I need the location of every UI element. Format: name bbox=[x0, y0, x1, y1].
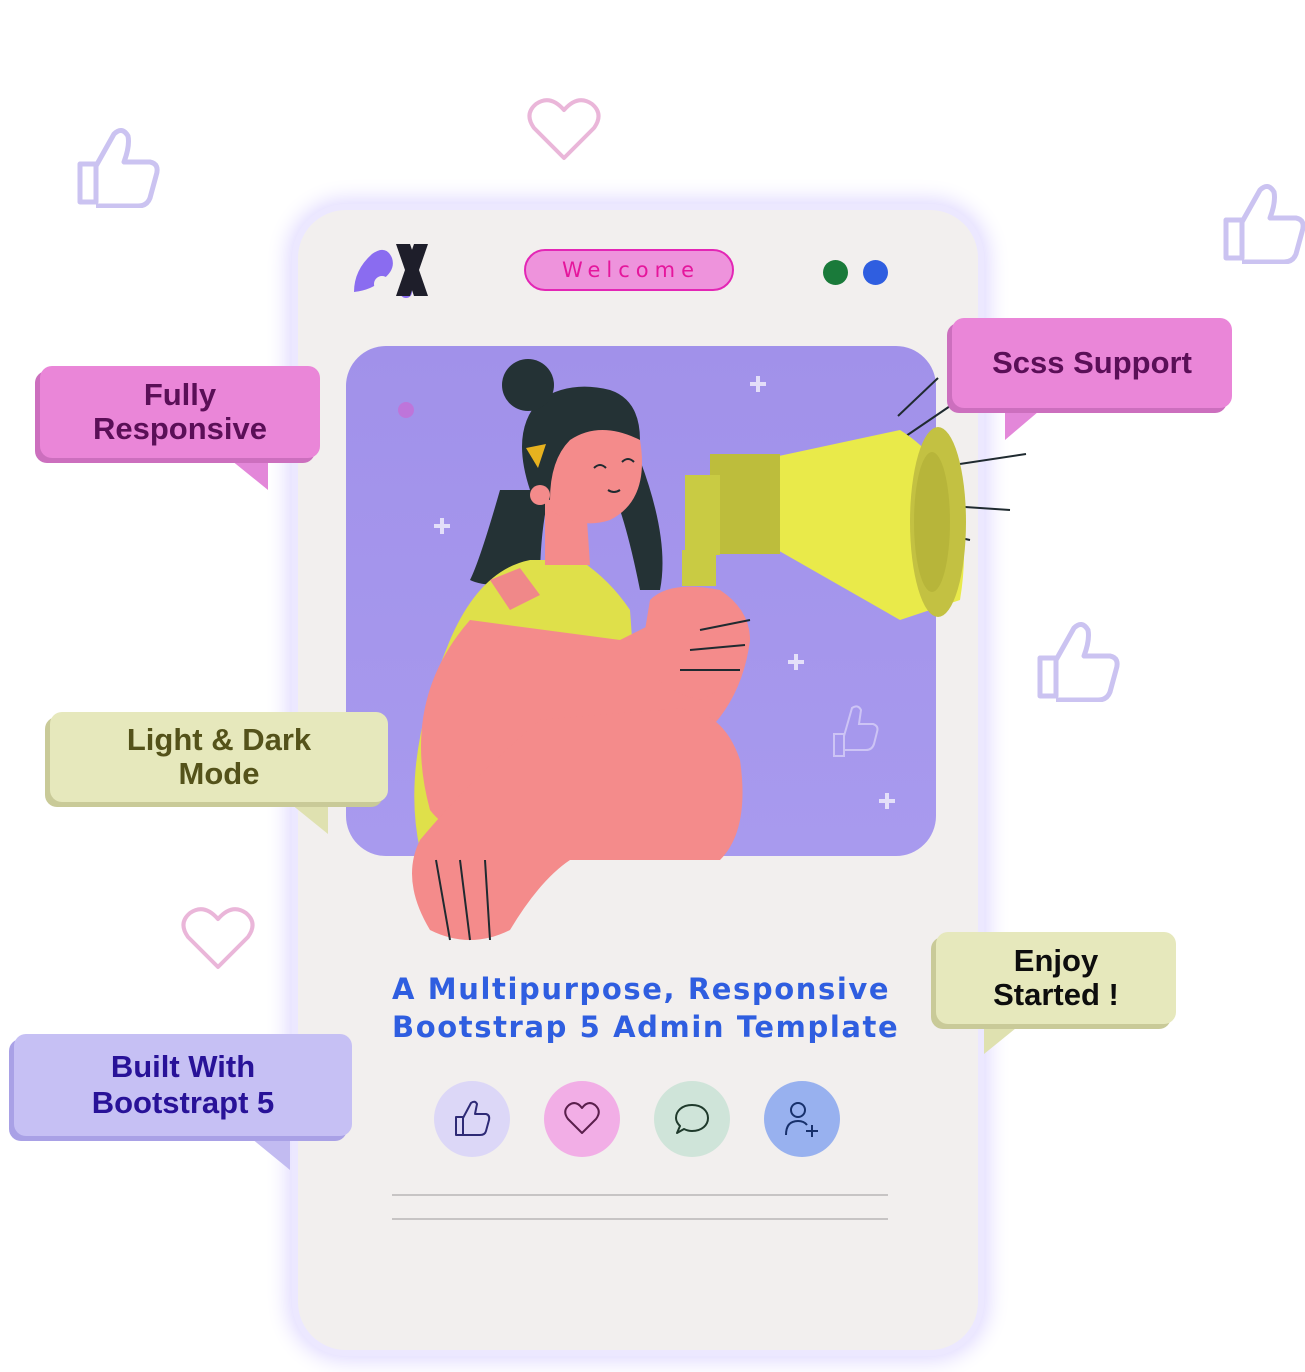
callout-built-with-bootstrap: Built With Bootstrapt 5 bbox=[14, 1034, 352, 1136]
thumbs-up-icon bbox=[77, 128, 160, 208]
divider bbox=[392, 1194, 888, 1196]
comment-button[interactable] bbox=[654, 1081, 730, 1157]
add-friend-button[interactable] bbox=[764, 1081, 840, 1157]
callout-scss-support: Scss Support bbox=[952, 318, 1232, 408]
chat-bubble-icon bbox=[675, 1104, 709, 1134]
callout-fully-responsive: Fully Responsive bbox=[40, 366, 320, 458]
heart-icon bbox=[527, 98, 601, 160]
woman-megaphone-illustration bbox=[412, 359, 1027, 941]
callout-enjoy-started: Enjoy Started ! bbox=[936, 932, 1176, 1024]
thumbs-up-icon bbox=[1223, 184, 1305, 264]
callout-tail bbox=[1005, 406, 1045, 440]
callout-tail bbox=[984, 1020, 1026, 1054]
heart-icon bbox=[181, 907, 255, 969]
brand-logo bbox=[354, 244, 428, 298]
welcome-badge: Welcome bbox=[524, 249, 734, 291]
heart-icon bbox=[564, 1102, 600, 1134]
headline-line-2: Bootstrap 5 Admin Template bbox=[392, 1010, 900, 1044]
callout-tail bbox=[226, 456, 268, 490]
callout-tail bbox=[246, 1134, 290, 1170]
favorite-button[interactable] bbox=[544, 1081, 620, 1157]
headline-line-1: A Multipurpose, Responsive bbox=[392, 972, 891, 1006]
window-dot-green bbox=[823, 260, 848, 285]
add-user-icon bbox=[785, 1102, 818, 1137]
like-button[interactable] bbox=[434, 1081, 510, 1157]
callout-tail bbox=[286, 800, 328, 834]
thumbs-up-icon bbox=[1037, 622, 1120, 702]
page-headline: A Multipurpose, Responsive Bootstrap 5 A… bbox=[392, 970, 952, 1046]
window-dot-blue bbox=[863, 260, 888, 285]
callout-light-dark-mode: Light & Dark Mode bbox=[50, 712, 388, 802]
divider bbox=[392, 1218, 888, 1220]
thumbs-up-icon bbox=[455, 1100, 491, 1136]
